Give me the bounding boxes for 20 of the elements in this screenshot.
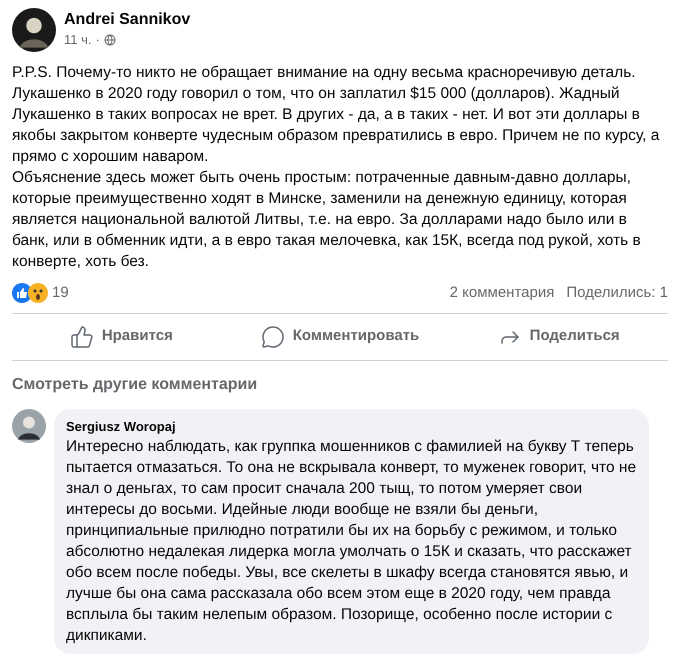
thumbs-up-icon [70,324,94,348]
comment-author[interactable]: Sergiusz Woropaj [66,416,637,436]
shares-count[interactable]: Поделились: 1 [566,282,668,304]
action-button[interactable]: Нравится [12,318,231,356]
globe-icon [104,34,116,46]
post-paragraph: P.P.S. Почему-то никто не обращает внимание на одну весьма красноречивую деталь. Лукашенко в 2020 году говорил о том, что он заплатил $15 000 (долларов). Жадный Лукашенко в таких вопросах не врет. В других - да, а в таких - нет. И вот эти доллары в якобы закрытом конверте чудесным образом превратились в евро. Причем не по курсу, а прямо с хорошим наваром. [12,63,660,167]
wow-reaction-icon [28,283,48,304]
more-comments-link[interactable]: Смотреть другие комментарии [12,376,258,392]
post-paragraph: Объяснение здесь может быть очень простым: потраченные давным-давно доллары, которые преимущественно ходят в Минске, заменили на денежную единицу, которая является национальной валютой Литвы, т.е. на евро. За долларами надо было или в банк, или в обменник идти, а в евро такая мелочевка, как 15К, всегда под рукой, хоть в конверте, хоть без. [12,168,642,272]
author-name[interactable]: Andrei Sannikov [64,10,190,30]
comments-count[interactable]: 2 комментария [450,282,554,304]
reaction-count[interactable]: 19 [52,282,69,304]
avatar[interactable] [12,408,46,442]
speech-bubble-icon [260,324,285,348]
action-button[interactable]: Поделиться [449,318,668,356]
avatar[interactable] [12,8,56,52]
separator-dot: · [96,31,100,50]
action-button[interactable]: Комментировать [230,318,450,356]
post-time[interactable]: 11 ч. [64,30,92,50]
comment-text: Интересно наблюдать, как группка мошенников с фамилией на букву Т теперь пытается отмазаться. То она не вскрывала конверт, то муженек говорит, что не знал о деньгах, то сам просит сначала 200 тыщ, то потом умеряет свои интересы до восьми. Идейные люди вообще не взяли бы деньги, принципиальные прилюдно потратили бы их на борьбу с режимом, и только абсолютно недалекая лидерка могла умолчать о 15К и сказать, что расскажет обо всем после победы. Увы, все скелеты в шкафу всегда становятся явью, и лучше бы она сама рассказала обо всем этом еще в 2020 году, чем правда всплыла бы таким нелепым образом. Позорище, особенно после истории с дикпиками. [66,437,637,646]
